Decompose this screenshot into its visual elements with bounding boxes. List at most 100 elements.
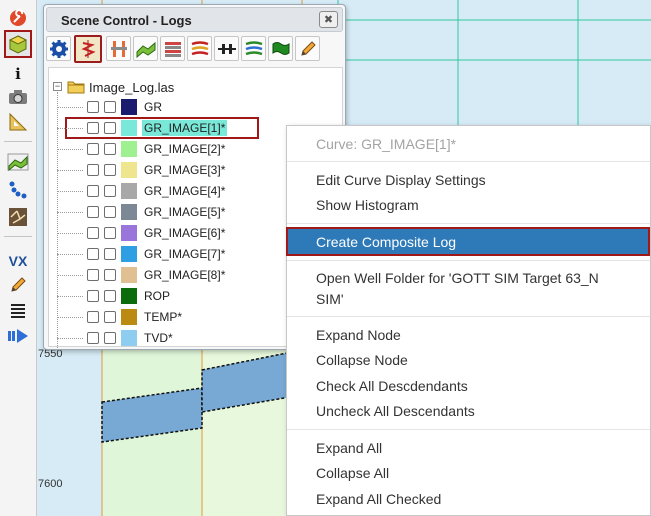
tree-collapse-toggle[interactable]: − bbox=[53, 82, 62, 91]
curve-active-checkbox[interactable] bbox=[104, 269, 116, 281]
curve-color-swatch[interactable] bbox=[121, 330, 137, 346]
menu-expand-all-checked[interactable]: Expand All Checked bbox=[287, 490, 650, 508]
menu-open-well-folder[interactable]: Open Well Folder for 'GOTT SIM Target 63… bbox=[287, 269, 650, 308]
curve-visible-checkbox[interactable] bbox=[87, 164, 99, 176]
curve-color-swatch[interactable] bbox=[121, 162, 137, 178]
menu-check-all-descendants[interactable]: Check All Descdendants bbox=[287, 377, 650, 395]
tool-vx-button[interactable]: VX bbox=[6, 249, 30, 273]
curve-label-gr-image-8[interactable]: GR_IMAGE[8]* bbox=[144, 268, 225, 282]
layers-icon bbox=[164, 41, 181, 57]
ptool-surface-button[interactable] bbox=[133, 36, 158, 61]
text-lines-icon bbox=[11, 304, 25, 318]
curve-active-checkbox[interactable] bbox=[104, 332, 116, 344]
curve-active-checkbox[interactable] bbox=[104, 164, 116, 176]
ptool-tubing-button[interactable] bbox=[106, 36, 131, 61]
tool-info-button[interactable]: i bbox=[6, 62, 30, 86]
curve-color-swatch[interactable] bbox=[121, 267, 137, 283]
curve-active-checkbox[interactable] bbox=[104, 290, 116, 302]
curve-active-checkbox[interactable] bbox=[104, 227, 116, 239]
curve-label-gr[interactable]: GR bbox=[144, 100, 162, 114]
tool-camera-button[interactable] bbox=[6, 85, 30, 109]
panel-toolbar bbox=[46, 35, 343, 65]
folder-icon bbox=[67, 81, 85, 94]
curve-visible-checkbox[interactable] bbox=[87, 227, 99, 239]
menu-collapse-node[interactable]: Collapse Node bbox=[287, 351, 650, 369]
scatter-points-icon bbox=[9, 181, 27, 199]
tool-text-lines-button[interactable] bbox=[6, 298, 30, 322]
pencil-icon bbox=[11, 277, 26, 292]
tool-fault-button[interactable] bbox=[6, 205, 30, 229]
panel-titlebar[interactable]: Scene Control - Logs ✖ bbox=[46, 7, 343, 32]
curve-visible-checkbox[interactable] bbox=[87, 101, 99, 113]
left-toolbar: i VX bbox=[0, 0, 37, 516]
tool-surface-button[interactable] bbox=[6, 150, 30, 174]
curve-label-tvd[interactable]: TVD* bbox=[144, 331, 173, 345]
curve-label-gr-image-4[interactable]: GR_IMAGE[4]* bbox=[144, 184, 225, 198]
curve-active-checkbox[interactable] bbox=[104, 185, 116, 197]
panel-close-button[interactable]: ✖ bbox=[319, 11, 338, 28]
curve-color-swatch[interactable] bbox=[121, 141, 137, 157]
tool-wrench-button[interactable] bbox=[6, 6, 30, 30]
menu-expand-all[interactable]: Expand All bbox=[287, 439, 650, 457]
curve-color-swatch[interactable] bbox=[121, 204, 137, 220]
curve-visible-checkbox[interactable] bbox=[87, 248, 99, 260]
ptool-markers-button[interactable] bbox=[214, 36, 239, 61]
ptool-layers-button[interactable] bbox=[160, 36, 185, 61]
curve-visible-checkbox[interactable] bbox=[87, 143, 99, 155]
pencil-icon bbox=[300, 40, 316, 56]
menu-open-well-folder-line1: Open Well Folder for 'GOTT SIM Target 63… bbox=[316, 270, 599, 286]
vx-icon: VX bbox=[8, 253, 28, 269]
curve-active-checkbox[interactable] bbox=[104, 143, 116, 155]
curve-label-gr-image-7[interactable]: GR_IMAGE[7]* bbox=[144, 247, 225, 261]
ptool-gear-button[interactable] bbox=[46, 36, 71, 61]
curve-color-swatch[interactable] bbox=[121, 309, 137, 325]
curve-color-swatch[interactable] bbox=[121, 225, 137, 241]
curve-visible-checkbox[interactable] bbox=[87, 185, 99, 197]
surface-icon bbox=[7, 153, 29, 172]
close-icon: ✖ bbox=[323, 14, 334, 26]
tool-scene-cube-button[interactable] bbox=[4, 30, 32, 58]
curve-active-checkbox[interactable] bbox=[104, 311, 116, 323]
curve-label-rop[interactable]: ROP bbox=[144, 289, 170, 303]
curve-label-temp[interactable]: TEMP* bbox=[144, 310, 182, 324]
tool-pencil-button[interactable] bbox=[6, 273, 30, 297]
curve-active-checkbox[interactable] bbox=[104, 122, 116, 134]
ptool-logs-button[interactable] bbox=[74, 35, 102, 63]
menu-uncheck-all-descendants[interactable]: Uncheck All Descendants bbox=[287, 402, 650, 420]
menu-create-composite-log[interactable]: Create Composite Log bbox=[286, 227, 650, 256]
curve-label-gr-image-3[interactable]: GR_IMAGE[3]* bbox=[144, 163, 225, 177]
tool-points-button[interactable] bbox=[6, 178, 30, 202]
curve-visible-checkbox[interactable] bbox=[87, 290, 99, 302]
curve-color-swatch[interactable] bbox=[121, 120, 137, 136]
curve-visible-checkbox[interactable] bbox=[87, 206, 99, 218]
curve-visible-checkbox[interactable] bbox=[87, 269, 99, 281]
ptool-flag-button[interactable] bbox=[268, 36, 293, 61]
zones-icon bbox=[245, 40, 262, 55]
tool-export-button[interactable] bbox=[6, 324, 30, 348]
ptool-pencil-button[interactable] bbox=[295, 36, 320, 61]
menu-collapse-all[interactable]: Collapse All bbox=[287, 464, 650, 482]
curve-label-gr-image-6[interactable]: GR_IMAGE[6]* bbox=[144, 226, 225, 240]
curve-visible-checkbox[interactable] bbox=[87, 332, 99, 344]
tree-root-label[interactable]: Image_Log.las bbox=[89, 80, 174, 95]
curve-label-gr-image-1[interactable]: GR_IMAGE[1]* bbox=[142, 120, 228, 136]
horizons-icon bbox=[191, 40, 208, 55]
menu-show-histogram[interactable]: Show Histogram bbox=[287, 196, 650, 214]
curve-visible-checkbox[interactable] bbox=[87, 311, 99, 323]
curve-color-swatch[interactable] bbox=[121, 183, 137, 199]
wrench-icon bbox=[10, 9, 26, 26]
curve-active-checkbox[interactable] bbox=[104, 206, 116, 218]
curve-color-swatch[interactable] bbox=[121, 99, 137, 115]
curve-color-swatch[interactable] bbox=[121, 288, 137, 304]
curve-active-checkbox[interactable] bbox=[104, 101, 116, 113]
menu-edit-curve-display[interactable]: Edit Curve Display Settings bbox=[287, 171, 650, 189]
curve-active-checkbox[interactable] bbox=[104, 248, 116, 260]
curve-label-gr-image-5[interactable]: GR_IMAGE[5]* bbox=[144, 205, 225, 219]
curve-label-gr-image-2[interactable]: GR_IMAGE[2]* bbox=[144, 142, 225, 156]
curve-color-swatch[interactable] bbox=[121, 246, 137, 262]
menu-expand-node[interactable]: Expand Node bbox=[287, 326, 650, 344]
tool-ruler-button[interactable] bbox=[6, 110, 30, 134]
curve-visible-checkbox[interactable] bbox=[87, 122, 99, 134]
ptool-zones-button[interactable] bbox=[241, 36, 266, 61]
ptool-horizons-button[interactable] bbox=[187, 36, 212, 61]
